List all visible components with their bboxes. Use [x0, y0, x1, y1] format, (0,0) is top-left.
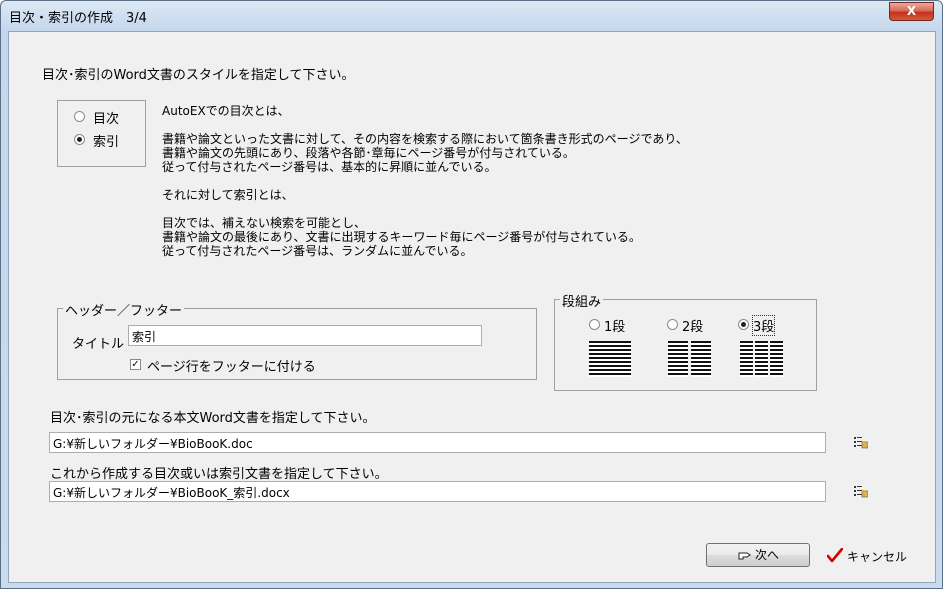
- dialog-window: 目次・索引の作成 3/4 X 目次･索引のWord文書のスタイルを指定して下さい…: [0, 0, 943, 589]
- description-line: [162, 174, 688, 188]
- radio-1-column[interactable]: [589, 319, 600, 330]
- output-path-input[interactable]: G:¥新しいフォルダー¥BioBooK_索引.docx: [49, 481, 826, 502]
- description-line: [162, 202, 688, 216]
- description-line: 従って付与されたページ番号は、基本的に昇順に並んでいる。: [162, 160, 497, 174]
- two-column-icon: [668, 341, 711, 377]
- radio-2-column-label[interactable]: 2段: [682, 316, 703, 335]
- description-line: 書籍や論文の最後にあり、文書に出現するキーワード毎にページ番号が付与されている。: [162, 230, 641, 244]
- columns-group-title: 段組み: [560, 291, 604, 310]
- description-line: AutoEXでの目次とは、: [162, 104, 290, 118]
- next-button[interactable]: 次へ: [706, 543, 810, 567]
- radio-1-column-label[interactable]: 1段: [604, 316, 625, 335]
- pointing-hand-icon: [738, 552, 751, 560]
- one-column-icon: [589, 341, 631, 377]
- radio-3-column-label[interactable]: 3段: [751, 315, 776, 336]
- description-line: 従って付与されたページ番号は、ランダムに並んでいる。: [162, 244, 473, 258]
- description-line: [162, 118, 688, 132]
- description-block: AutoEXでの目次とは、 書籍や論文といった文書に対して、その内容を検索する際…: [162, 104, 688, 258]
- radio-index[interactable]: [74, 134, 85, 145]
- instruction-text: 目次･索引のWord文書のスタイルを指定して下さい。: [42, 68, 355, 83]
- next-button-label: 次へ: [755, 548, 780, 562]
- title-input[interactable]: 索引: [128, 325, 482, 346]
- header-footer-group-title: ヘッダー／フッター: [63, 300, 185, 319]
- footer-page-checkbox[interactable]: ✓: [130, 359, 141, 370]
- description-line: 書籍や論文といった文書に対して、その内容を検索する際において箇条書き形式のページ…: [162, 132, 688, 146]
- radio-toc[interactable]: [74, 111, 85, 122]
- cancel-button-label: キャンセル: [847, 550, 908, 564]
- radio-3-column[interactable]: [738, 319, 749, 330]
- footer-page-checkbox-label[interactable]: ページ行をフッターに付ける: [147, 356, 316, 375]
- three-column-icon: [740, 341, 783, 377]
- close-button[interactable]: X: [889, 2, 934, 21]
- radio-index-label[interactable]: 索引: [93, 131, 119, 150]
- description-line: 書籍や論文の先頭にあり、段落や各節･章毎にページ番号が付与されている。: [162, 146, 575, 160]
- dialog-client-area: 目次･索引のWord文書のスタイルを指定して下さい。 目次 索引 AutoEXで…: [8, 31, 936, 583]
- radio-toc-label[interactable]: 目次: [93, 108, 119, 127]
- output-browse-icon[interactable]: [854, 485, 868, 499]
- description-line: 目次では、補えない検索を可能とし、: [162, 216, 367, 230]
- source-path-input[interactable]: G:¥新しいフォルダー¥BioBooK.doc: [49, 432, 826, 453]
- source-label: 目次･索引の元になる本文Word文書を指定して下さい。: [50, 411, 376, 426]
- window-title: 目次・索引の作成 3/4: [9, 11, 147, 26]
- title-label: タイトル: [72, 337, 125, 352]
- source-browse-icon[interactable]: [854, 436, 868, 450]
- description-line: それに対して索引とは、: [162, 188, 294, 202]
- output-label: これから作成する目次或いは索引文書を指定して下さい。: [50, 467, 388, 482]
- radio-2-column[interactable]: [667, 319, 678, 330]
- red-checkmark-icon: [827, 548, 843, 563]
- title-bar[interactable]: 目次・索引の作成 3/4 X: [1, 1, 942, 31]
